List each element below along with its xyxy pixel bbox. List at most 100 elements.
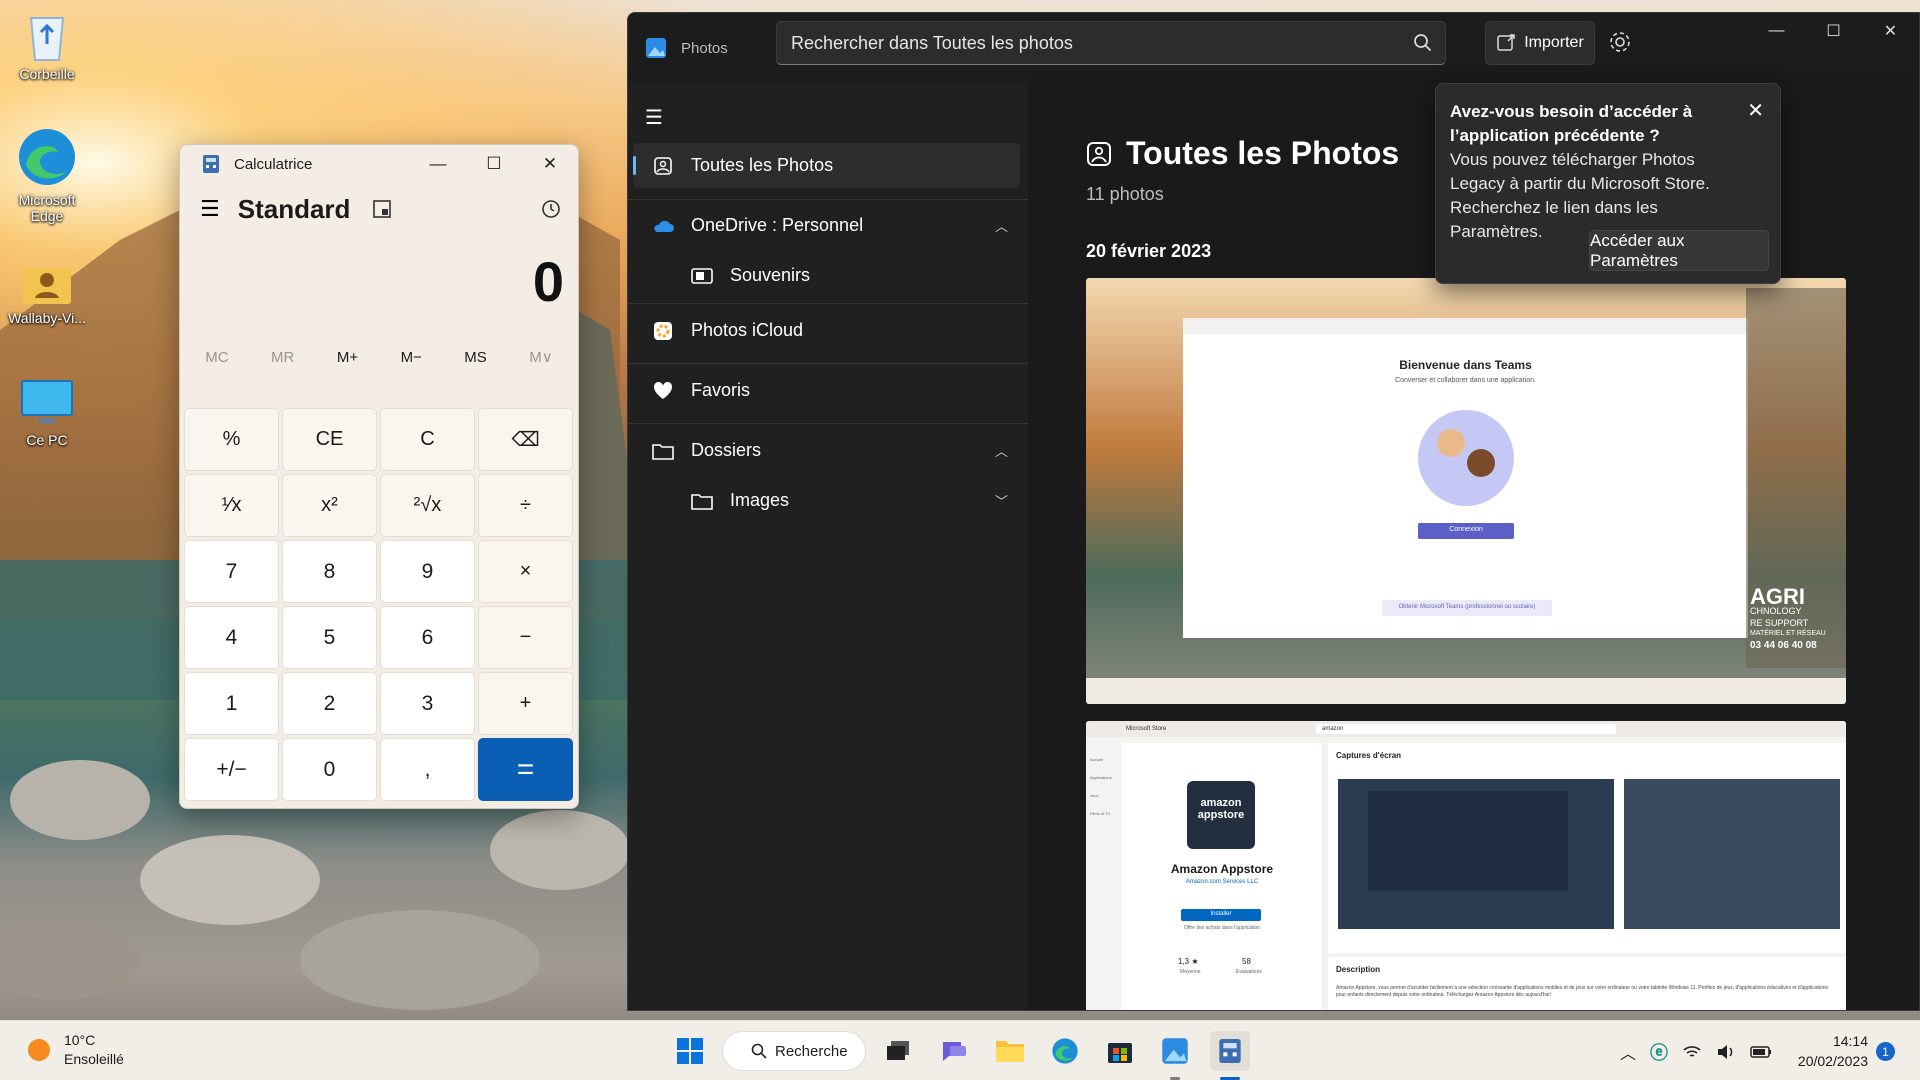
taskbar-calculator[interactable]: [1210, 1031, 1250, 1071]
close-icon[interactable]: ✕: [1747, 98, 1764, 123]
subtract-key[interactable]: −: [478, 606, 573, 669]
weather-condition: Ensoleillé: [64, 1051, 124, 1067]
digit-4-key[interactable]: 4: [184, 606, 279, 669]
sidebar-item-favoris[interactable]: Favoris: [633, 368, 1028, 413]
hamburger-menu-icon[interactable]: ☰: [200, 196, 220, 222]
percent-key[interactable]: %: [184, 408, 279, 471]
digit-5-key[interactable]: 5: [282, 606, 377, 669]
add-key[interactable]: +: [478, 672, 573, 735]
taskbar-file-explorer[interactable]: [990, 1031, 1030, 1071]
memory-clear-button[interactable]: MC: [205, 349, 228, 366]
taskbar-edge[interactable]: [1045, 1031, 1085, 1071]
taskbar-store[interactable]: [1100, 1031, 1140, 1071]
desktop-icon-recycle-bin[interactable]: Corbeille: [4, 10, 90, 82]
equals-key[interactable]: =: [478, 738, 573, 801]
square-root-key[interactable]: ²√x: [380, 474, 475, 537]
taskbar-photos[interactable]: [1155, 1031, 1195, 1071]
folder-icon: [996, 1041, 1024, 1062]
sidebar: ☰ Toutes les Photos OneDrive : Personnel…: [628, 83, 1038, 1010]
desktop-icon-this-pc[interactable]: Ce PC: [4, 378, 90, 448]
sidebar-item-souvenirs[interactable]: Souvenirs: [633, 253, 1028, 298]
screenshots-title: Captures d'écran: [1336, 751, 1402, 760]
chevron-up-icon[interactable]: ︿: [1620, 1040, 1636, 1064]
description-title: Description: [1336, 965, 1381, 974]
minimize-button[interactable]: —: [410, 154, 466, 174]
in-app-offer: Offre des achats dans l'application: [1183, 925, 1261, 931]
memory-store-button[interactable]: MS: [464, 349, 487, 366]
taskbar-chat[interactable]: [934, 1031, 974, 1071]
teams-welcome-title: Bienvenue dans Teams: [1399, 358, 1532, 372]
task-view-button[interactable]: [878, 1031, 918, 1071]
photos-maximize-button[interactable]: ☐: [1805, 13, 1862, 49]
import-button[interactable]: Importer: [1485, 21, 1595, 65]
square-key[interactable]: x²: [282, 474, 377, 537]
hamburger-menu-icon[interactable]: ☰: [645, 105, 663, 130]
clock[interactable]: 14:14 20/02/2023: [1780, 1031, 1868, 1071]
gear-icon[interactable]: [1608, 30, 1632, 54]
chevron-up-icon[interactable]: ︿: [995, 441, 1008, 460]
reciprocal-key[interactable]: ¹⁄x: [184, 474, 279, 537]
photos-search-input[interactable]: Rechercher dans Toutes les photos: [776, 21, 1446, 65]
memory-add-button[interactable]: M+: [337, 349, 358, 366]
volume-icon[interactable]: [1716, 1044, 1736, 1060]
memories-icon: [687, 267, 717, 285]
memory-list-button[interactable]: M∨: [529, 348, 552, 366]
search-icon[interactable]: [1413, 33, 1433, 53]
battery-icon[interactable]: [1750, 1044, 1772, 1060]
divide-key[interactable]: ÷: [478, 474, 573, 537]
photos-minimize-button[interactable]: —: [1748, 13, 1805, 49]
photo-thumbnail-teams[interactable]: Bienvenue dans Teams Converser et collab…: [1086, 278, 1846, 704]
sidebar-item-onedrive[interactable]: OneDrive : Personnel ︿: [633, 203, 1028, 248]
digit-7-key[interactable]: 7: [184, 540, 279, 603]
digit-3-key[interactable]: 3: [380, 672, 475, 735]
gallery-icon: [648, 156, 678, 176]
close-button[interactable]: ✕: [522, 154, 578, 174]
calculator-app-icon: [203, 155, 219, 173]
divider: [628, 199, 1028, 200]
negate-key[interactable]: +/−: [184, 738, 279, 801]
wifi-icon[interactable]: [1682, 1044, 1702, 1060]
chevron-down-icon[interactable]: ﹀: [995, 491, 1008, 510]
memory-subtract-button[interactable]: M−: [401, 349, 422, 366]
taskbar-search[interactable]: Recherche: [722, 1031, 866, 1071]
app-name: Amazon Appstore: [1170, 862, 1274, 876]
cloud-icon: [648, 218, 678, 234]
sidebar-item-dossiers[interactable]: Dossiers ︿: [633, 428, 1028, 473]
digit-2-key[interactable]: 2: [282, 672, 377, 735]
multiply-key[interactable]: ×: [478, 540, 573, 603]
open-settings-button[interactable]: Accéder aux Paramètres: [1589, 230, 1769, 271]
sidebar-item-images[interactable]: Images ﹀: [633, 478, 1028, 523]
digit-8-key[interactable]: 8: [282, 540, 377, 603]
edge-icon: [1052, 1038, 1078, 1064]
app-publisher: Amazon.com Services LLC: [1185, 879, 1259, 885]
edge-sync-icon[interactable]: ⓔ: [1650, 1039, 1668, 1065]
windows-logo-icon: [677, 1038, 703, 1064]
photos-close-button[interactable]: ✕: [1862, 13, 1919, 49]
chevron-up-icon[interactable]: ︿: [995, 216, 1008, 235]
weather-widget[interactable]: 10°C Ensoleillé: [26, 1031, 124, 1069]
gallery-title: Toutes les Photos: [1126, 135, 1400, 171]
task-view-icon: [887, 1041, 909, 1060]
amazon-appstore-logo: amazon appstore: [1197, 797, 1245, 821]
clear-entry-key[interactable]: CE: [282, 408, 377, 471]
photo-thumbnail-store[interactable]: Microsoft Store amazon Accueil Applicatio…: [1086, 721, 1846, 1010]
digit-0-key[interactable]: 0: [282, 738, 377, 801]
digit-6-key[interactable]: 6: [380, 606, 475, 669]
chat-icon: [943, 1042, 966, 1061]
digit-9-key[interactable]: 9: [380, 540, 475, 603]
memory-recall-button[interactable]: MR: [271, 349, 294, 366]
backspace-key[interactable]: ⌫: [478, 408, 573, 471]
keep-on-top-icon[interactable]: [372, 199, 392, 219]
desktop-icon-edge[interactable]: Microsoft Edge: [4, 126, 90, 224]
clear-key[interactable]: C: [380, 408, 475, 471]
start-button[interactable]: [670, 1031, 710, 1071]
history-icon[interactable]: [540, 198, 562, 220]
notification-badge[interactable]: 1: [1876, 1042, 1895, 1061]
sidebar-item-all-photos[interactable]: Toutes les Photos: [633, 143, 1020, 188]
sidebar-item-icloud[interactable]: Photos iCloud: [633, 308, 1028, 353]
desktop-icon-wallaby[interactable]: Wallaby-Vi...: [4, 262, 90, 326]
digit-1-key[interactable]: 1: [184, 672, 279, 735]
decimal-key[interactable]: ,: [380, 738, 475, 801]
maximize-button[interactable]: ☐: [466, 154, 522, 174]
description-text: Amazon Appstore, vous permet d'accéder f…: [1336, 985, 1829, 998]
